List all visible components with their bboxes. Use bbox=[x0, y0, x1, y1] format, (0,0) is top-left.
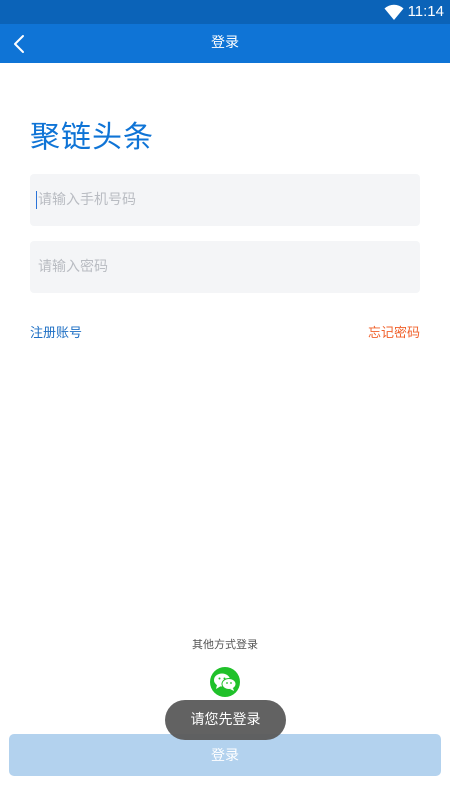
wifi-icon bbox=[384, 3, 404, 21]
other-login-label: 其他方式登录 bbox=[192, 638, 258, 651]
forgot-password-link[interactable]: 忘记密码 bbox=[368, 322, 420, 341]
phone-input[interactable] bbox=[30, 174, 420, 226]
register-link[interactable]: 注册账号 bbox=[30, 322, 82, 341]
password-input[interactable] bbox=[30, 241, 420, 293]
login-button[interactable]: 登录 bbox=[9, 734, 441, 776]
app-bar: 登录 bbox=[0, 24, 450, 63]
status-bar: 11:14 bbox=[0, 0, 450, 24]
text-cursor bbox=[36, 191, 37, 209]
status-time: 11:14 bbox=[407, 3, 444, 20]
toast-message: 请您先登录 bbox=[165, 700, 286, 740]
page-title: 登录 bbox=[211, 35, 239, 51]
wechat-login-button[interactable] bbox=[210, 667, 240, 697]
wechat-icon bbox=[214, 673, 237, 691]
brand-title: 聚链头条 bbox=[30, 120, 154, 155]
